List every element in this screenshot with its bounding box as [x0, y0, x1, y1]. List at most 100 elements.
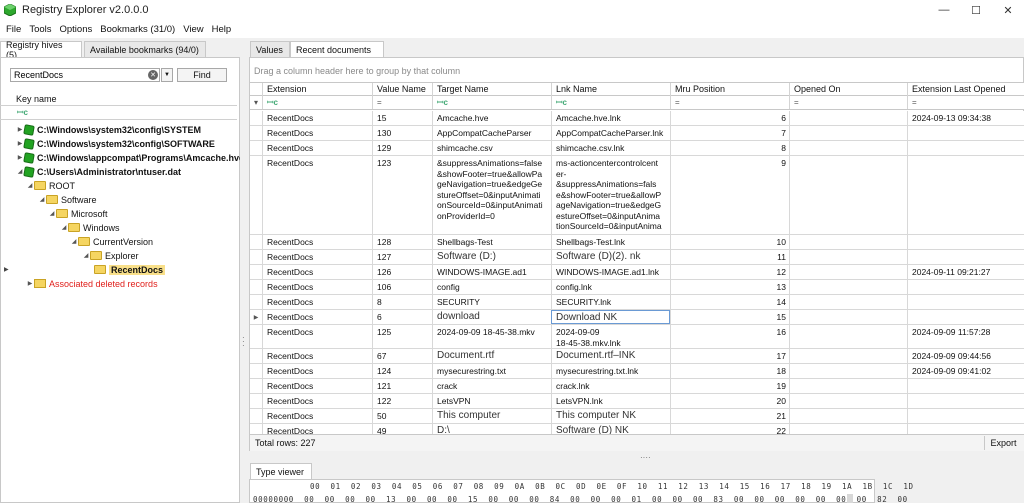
- cell-mru-position[interactable]: 16: [670, 325, 789, 348]
- cell-extension-last-opened[interactable]: 2024-09-09 09:41:02: [907, 364, 1024, 378]
- cell-lnk-name[interactable]: crack.lnk: [551, 379, 670, 393]
- cell-value-name[interactable]: 129: [372, 141, 432, 155]
- cell-opened-on[interactable]: [789, 280, 907, 294]
- column-extension-last-opened[interactable]: Extension Last Opened: [907, 83, 1024, 96]
- column-mru-position[interactable]: Mru Position: [670, 83, 789, 96]
- row-indicator[interactable]: [250, 394, 262, 408]
- tree-item-deleted-records[interactable]: ▶ Associated deleted records: [26, 277, 158, 290]
- menu-view[interactable]: View: [181, 24, 209, 35]
- cell-value-name[interactable]: 50: [372, 409, 432, 423]
- filter-target-name[interactable]: ꟷc: [432, 96, 551, 109]
- cell-opened-on[interactable]: [789, 364, 907, 378]
- cell-value-name[interactable]: 123: [372, 156, 432, 234]
- cell-extension-last-opened[interactable]: [907, 126, 1024, 140]
- tree-item-system-hive[interactable]: ▶ C:\Windows\system32\config\SYSTEM: [16, 123, 201, 136]
- cell-extension[interactable]: RecentDocs: [262, 141, 372, 155]
- hex-scrollbar[interactable]: [847, 494, 853, 503]
- cell-lnk-name[interactable]: mysecurestring.txt.lnk: [551, 364, 670, 378]
- cell-target-name[interactable]: Amcache.hve: [432, 111, 551, 125]
- menu-file[interactable]: File: [4, 24, 27, 35]
- cell-target-name[interactable]: WINDOWS-IMAGE.ad1: [432, 265, 551, 279]
- tab-type-viewer[interactable]: Type viewer: [250, 463, 312, 479]
- tree-item-software-hive[interactable]: ▶ C:\Windows\system32\config\SOFTWARE: [16, 137, 215, 150]
- tree-filter-row[interactable]: ꟷc: [0, 106, 237, 120]
- cell-target-name[interactable]: Software (D:): [432, 250, 551, 264]
- cell-lnk-name[interactable]: Document.rtf–INK: [551, 349, 670, 363]
- find-button[interactable]: Find: [177, 68, 227, 82]
- cell-opened-on[interactable]: [789, 325, 907, 348]
- menu-tools[interactable]: Tools: [27, 24, 57, 35]
- cell-opened-on[interactable]: [789, 141, 907, 155]
- cell-value-name[interactable]: 128: [372, 235, 432, 249]
- row-indicator[interactable]: [250, 111, 262, 125]
- cell-opened-on[interactable]: [789, 265, 907, 279]
- cell-value-name[interactable]: 122: [372, 394, 432, 408]
- cell-extension-last-opened[interactable]: 2024-09-11 09:21:27: [907, 265, 1024, 279]
- table-row[interactable]: RecentDocs 123 &suppressAnimations=false &…: [250, 156, 1024, 235]
- cell-extension[interactable]: RecentDocs: [262, 235, 372, 249]
- cell-extension-last-opened[interactable]: 2024-09-09 11:57:28: [907, 325, 1024, 348]
- table-row[interactable]: RecentDocs 122 LetsVPN LetsVPN.lnk 20: [250, 394, 1024, 409]
- cell-extension[interactable]: RecentDocs: [262, 379, 372, 393]
- cell-extension[interactable]: RecentDocs: [262, 310, 372, 324]
- cell-target-name[interactable]: mysecurestring.txt: [432, 364, 551, 378]
- table-row[interactable]: RecentDocs 50 This computer This computer N…: [250, 409, 1024, 424]
- cell-target-name[interactable]: LetsVPN: [432, 394, 551, 408]
- clear-search-icon[interactable]: ✕: [148, 70, 158, 80]
- cell-mru-position[interactable]: 7: [670, 126, 789, 140]
- cell-extension-last-opened[interactable]: [907, 310, 1024, 324]
- cell-value-name[interactable]: 124: [372, 364, 432, 378]
- cell-extension[interactable]: RecentDocs: [262, 111, 372, 125]
- cell-mru-position[interactable]: 12: [670, 265, 789, 279]
- cell-extension-last-opened[interactable]: [907, 250, 1024, 264]
- cell-extension[interactable]: RecentDocs: [262, 280, 372, 294]
- column-opened-on[interactable]: Opened On: [789, 83, 907, 96]
- cell-extension-last-opened[interactable]: [907, 280, 1024, 294]
- cell-opened-on[interactable]: [789, 235, 907, 249]
- cell-opened-on[interactable]: [789, 250, 907, 264]
- collapse-arrow-icon[interactable]: ◢: [60, 224, 68, 231]
- table-row[interactable]: RecentDocs 127 Software (D:) Software (D)(2…: [250, 250, 1024, 265]
- cell-target-name[interactable]: Document.rtf: [432, 349, 551, 363]
- cell-lnk-name[interactable]: SECURITY.lnk: [551, 295, 670, 309]
- filter-funnel-icon[interactable]: ▾: [250, 96, 262, 109]
- cell-extension[interactable]: RecentDocs: [262, 349, 372, 363]
- cell-lnk-name[interactable]: Amcache.hve.lnk: [551, 111, 670, 125]
- table-row[interactable]: ▶ RecentDocs 6 download Download NK 15: [250, 310, 1024, 325]
- cell-lnk-name[interactable]: Shellbags-Test.lnk: [551, 235, 670, 249]
- cell-extension[interactable]: RecentDocs: [262, 364, 372, 378]
- table-row[interactable]: RecentDocs 67 Document.rtf Document.rtf–INK…: [250, 349, 1024, 364]
- tab-available-bookmarks[interactable]: Available bookmarks (94/0): [84, 41, 206, 57]
- cell-opened-on[interactable]: [789, 111, 907, 125]
- row-indicator[interactable]: [250, 295, 262, 309]
- cell-mru-position[interactable]: 19: [670, 379, 789, 393]
- cell-mru-position[interactable]: 21: [670, 409, 789, 423]
- tree-item-recentdocs[interactable]: ▶ RecentDocs: [4, 263, 166, 276]
- row-indicator[interactable]: [250, 349, 262, 363]
- cell-opened-on[interactable]: [789, 394, 907, 408]
- row-indicator[interactable]: [250, 235, 262, 249]
- row-indicator[interactable]: [250, 325, 262, 348]
- cell-mru-position[interactable]: 6: [670, 111, 789, 125]
- cell-extension-last-opened[interactable]: [907, 379, 1024, 393]
- row-indicator[interactable]: [250, 379, 262, 393]
- cell-opened-on[interactable]: [789, 156, 907, 234]
- cell-extension[interactable]: RecentDocs: [262, 126, 372, 140]
- cell-extension[interactable]: RecentDocs: [262, 265, 372, 279]
- minimize-button[interactable]: —: [928, 0, 960, 20]
- filter-extension-last-opened[interactable]: =: [907, 96, 1024, 109]
- cell-extension[interactable]: RecentDocs: [262, 394, 372, 408]
- cell-target-name[interactable]: This computer: [432, 409, 551, 423]
- cell-mru-position[interactable]: 20: [670, 394, 789, 408]
- table-row[interactable]: RecentDocs 128 Shellbags-Test Shellbags-Tes…: [250, 235, 1024, 250]
- table-row[interactable]: RecentDocs 8 SECURITY SECURITY.lnk 14: [250, 295, 1024, 310]
- maximize-button[interactable]: ☐: [960, 0, 992, 20]
- cell-extension[interactable]: RecentDocs: [262, 250, 372, 264]
- collapse-arrow-icon[interactable]: ◢: [70, 238, 78, 245]
- filter-opened-on[interactable]: =: [789, 96, 907, 109]
- current-row-indicator-icon[interactable]: ▶: [250, 310, 262, 324]
- cell-lnk-name[interactable]: shimcache.csv.lnk: [551, 141, 670, 155]
- close-button[interactable]: ✕: [992, 0, 1024, 20]
- vertical-splitter[interactable]: [240, 40, 248, 503]
- cell-opened-on[interactable]: [789, 126, 907, 140]
